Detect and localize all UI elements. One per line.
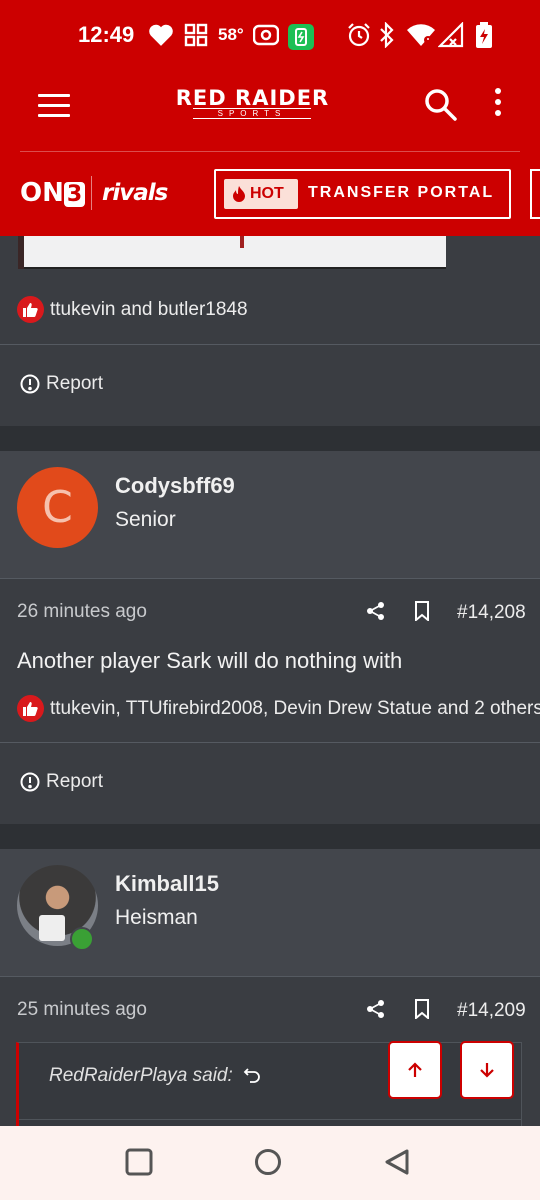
report-button[interactable]: Report bbox=[20, 373, 103, 395]
logo-separator bbox=[91, 176, 92, 210]
more-options-icon[interactable] bbox=[490, 88, 506, 124]
back-button[interactable] bbox=[383, 1148, 411, 1181]
logo-title: RED RAIDER bbox=[175, 86, 330, 110]
status-temperature: 58° bbox=[218, 25, 244, 44]
bookmark-icon[interactable] bbox=[413, 999, 431, 1024]
bluetooth-icon bbox=[378, 22, 396, 48]
battery-charging-icon bbox=[474, 22, 494, 48]
report-button[interactable]: Report bbox=[20, 771, 103, 793]
post-time[interactable]: 26 minutes ago bbox=[17, 601, 147, 623]
on3-prefix: ON bbox=[20, 178, 64, 208]
like-icon bbox=[17, 695, 44, 722]
next-promo-button[interactable] bbox=[530, 169, 540, 219]
report-label: Report bbox=[46, 771, 104, 792]
reactions-row[interactable]: ttukevin, TTUfirebird2008, Devin Drew St… bbox=[17, 695, 540, 722]
network-bar: ON 3 rivals HOT TRANSFER PORTAL bbox=[0, 152, 540, 236]
on3-logo[interactable]: ON 3 bbox=[20, 178, 86, 208]
system-nav-bar bbox=[0, 1126, 540, 1200]
hamburger-menu-icon[interactable] bbox=[38, 94, 70, 118]
post-meta: 26 minutes ago #14,208 bbox=[0, 593, 540, 633]
alarm-icon bbox=[346, 22, 372, 48]
divider bbox=[0, 578, 540, 579]
share-icon[interactable] bbox=[366, 999, 386, 1024]
avatar-letter: C bbox=[42, 482, 73, 533]
reactions-text: ttukevin and butler1848 bbox=[50, 298, 248, 320]
hot-badge: HOT bbox=[224, 179, 298, 209]
quote-author: RedRaiderPlaya said: bbox=[49, 1065, 233, 1086]
scroll-up-button[interactable] bbox=[388, 1041, 442, 1099]
site-logo[interactable]: RED RAIDER SPORTS bbox=[175, 86, 330, 119]
triangle-back-icon bbox=[385, 1149, 409, 1175]
username[interactable]: Kimball15 bbox=[115, 871, 219, 897]
post-time[interactable]: 25 minutes ago bbox=[17, 999, 147, 1021]
reactions-row[interactable]: ttukevin and butler1848 bbox=[17, 296, 248, 323]
divider bbox=[0, 344, 540, 345]
rivals-logo[interactable]: rivals bbox=[102, 180, 168, 206]
scroll-down-button[interactable] bbox=[460, 1041, 514, 1099]
user-rank: Heisman bbox=[115, 906, 198, 929]
quote-block: RedRaiderPlaya said: bbox=[16, 1042, 522, 1126]
quote-divider bbox=[19, 1119, 522, 1120]
avatar[interactable]: C bbox=[17, 467, 98, 548]
battery-saver-icon bbox=[288, 24, 314, 50]
post-separator bbox=[0, 824, 540, 849]
post-separator bbox=[0, 426, 540, 451]
transfer-portal-button[interactable]: HOT TRANSFER PORTAL bbox=[214, 169, 511, 219]
transfer-portal-label: TRANSFER PORTAL bbox=[308, 184, 495, 201]
username[interactable]: Codysbff69 bbox=[115, 473, 235, 499]
post-meta: 25 minutes ago #14,209 bbox=[0, 991, 540, 1031]
post-author-header: C Codysbff69 Senior bbox=[0, 451, 540, 579]
bookmark-icon[interactable] bbox=[413, 601, 431, 626]
circle-icon bbox=[255, 1149, 281, 1175]
quote-header[interactable]: RedRaiderPlaya said: bbox=[49, 1065, 261, 1087]
status-time: 12:49 bbox=[78, 22, 135, 47]
square-icon bbox=[125, 1148, 153, 1176]
post-author-header: Kimball15 Heisman bbox=[0, 849, 540, 977]
post-image[interactable] bbox=[18, 236, 446, 269]
radio-icon bbox=[253, 22, 279, 48]
divider bbox=[0, 976, 540, 977]
jump-to-quote-icon[interactable] bbox=[243, 1067, 261, 1085]
post-number[interactable]: #14,208 bbox=[457, 602, 526, 624]
post-number[interactable]: #14,209 bbox=[457, 1000, 526, 1022]
report-icon bbox=[20, 772, 40, 792]
report-label: Report bbox=[46, 373, 104, 394]
user-rank: Senior bbox=[115, 508, 176, 531]
signal-icon bbox=[438, 22, 464, 48]
mug-image bbox=[39, 915, 65, 941]
thread-content: ttukevin and butler1848 Report C Codysbf… bbox=[0, 236, 540, 1126]
home-button[interactable] bbox=[254, 1148, 282, 1181]
wifi-icon bbox=[406, 22, 436, 48]
arrow-up-icon bbox=[408, 1062, 422, 1077]
online-status-icon bbox=[70, 927, 94, 951]
status-bar: 12:49 58° bbox=[0, 0, 540, 60]
arrow-down-icon bbox=[480, 1063, 494, 1078]
like-icon bbox=[17, 296, 44, 323]
post-body: Another player Sark will do nothing with bbox=[17, 648, 403, 673]
grid-icon bbox=[184, 22, 208, 48]
report-icon bbox=[20, 374, 40, 394]
search-icon[interactable] bbox=[424, 88, 458, 122]
app-header: RED RAIDER SPORTS bbox=[0, 60, 540, 152]
on3-digit: 3 bbox=[63, 182, 86, 207]
hot-label: HOT bbox=[250, 185, 284, 202]
heart-icon bbox=[148, 22, 174, 48]
flame-icon bbox=[233, 186, 245, 202]
share-icon[interactable] bbox=[366, 601, 386, 626]
recents-button[interactable] bbox=[125, 1148, 153, 1181]
reactions-text: ttukevin, TTUfirebird2008, Devin Drew St… bbox=[50, 697, 540, 719]
divider bbox=[0, 742, 540, 743]
